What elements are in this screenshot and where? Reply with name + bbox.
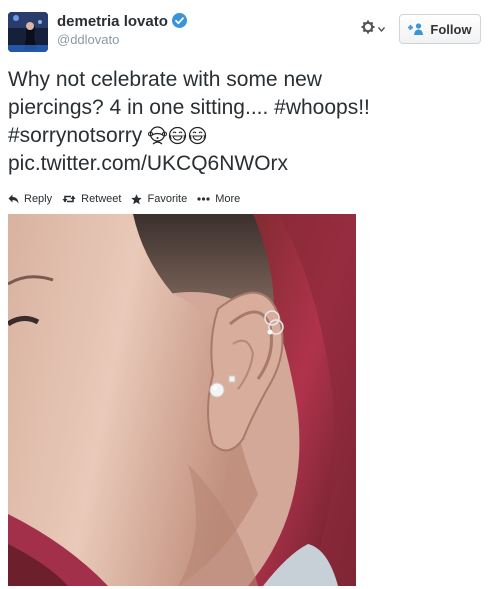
verified-badge-icon [171,13,187,28]
photo-ear-piercings [8,214,356,586]
tweet-photo[interactable] [8,214,356,586]
more-label: More [215,193,241,205]
avatar[interactable] [8,12,48,52]
favorite-action[interactable]: Favorite [131,193,187,205]
follow-user-icon [408,23,424,35]
hashtag-whoops[interactable]: #whoops!! [274,96,370,119]
retweet-icon [62,195,76,203]
retweet-label: Retweet [81,193,122,205]
favorite-star-icon [131,193,143,204]
gear-icon [361,20,375,39]
tears-of-joy-emoji [188,125,207,145]
chevron-down-icon [378,26,385,32]
follow-button[interactable]: Follow [399,14,481,44]
favorite-label: Favorite [147,193,188,205]
see-no-evil-monkey-emoji [147,125,168,145]
tweet-actions: Reply Retweet Favorite More [8,191,250,207]
tweet-line-1: Why not celebrate with some new [8,68,322,91]
tweet-line-4: pic.twitter.com/UKCQ6NWOrx [8,150,488,178]
user-names: demetria lovato @ddlovato [57,13,187,47]
user-handle[interactable]: @ddlovato [57,32,187,47]
user-actions-menu[interactable] [358,18,388,40]
display-name[interactable]: demetria lovato [57,13,168,30]
more-dots-icon [197,197,210,201]
tweet-line-2-text: piercings? 4 in one sitting.... [8,96,275,119]
follow-label: Follow [430,21,472,37]
tweet-header: demetria lovato @ddlovato Follow [8,12,492,56]
retweet-action[interactable]: Retweet [62,193,121,205]
reply-label: Reply [24,193,53,205]
avatar-image [8,12,48,52]
more-action[interactable]: More [197,193,240,205]
reply-action[interactable]: Reply [8,193,52,205]
tweet-text: Why not celebrate with some new piercing… [8,66,488,178]
tweet-line-2: piercings? 4 in one sitting.... #whoops!… [8,94,488,122]
hashtag-sorrynotsorry[interactable]: #sorrynotsorry [8,124,142,147]
tears-of-joy-emoji [168,125,187,145]
tweet-line-3: #sorrynotsorry [8,122,488,150]
media-link[interactable]: pic.twitter.com/UKCQ6NWOrx [8,152,288,175]
reply-icon [8,194,19,204]
